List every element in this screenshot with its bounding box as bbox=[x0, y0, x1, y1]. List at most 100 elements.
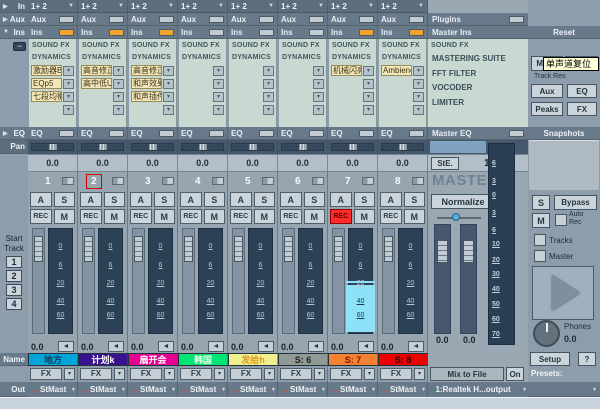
plugin-slot[interactable]: 高音修正 ▾ bbox=[79, 64, 126, 77]
plugin-slot[interactable]: ▾ bbox=[179, 90, 226, 103]
chevron-down-icon[interactable]: ▾ bbox=[414, 368, 425, 380]
sound-fx-header[interactable]: SOUND FX bbox=[179, 40, 226, 52]
input-routing-select[interactable]: 1+ 2 ▼ bbox=[28, 0, 78, 13]
presets-dropdown[interactable]: ▾ bbox=[528, 382, 600, 397]
chevron-down-icon[interactable]: ▾ bbox=[213, 66, 224, 76]
record-button[interactable]: REC bbox=[80, 209, 102, 224]
solo-button[interactable]: S bbox=[204, 192, 226, 207]
eq-reset-button[interactable]: EQ bbox=[567, 84, 597, 98]
master-ins-row[interactable]: Master Ins bbox=[428, 26, 528, 39]
output-routing[interactable]: → StMast ▾ bbox=[378, 382, 428, 397]
plugin-slot[interactable]: 七段均衡 ▾ bbox=[29, 90, 76, 103]
volume-fader[interactable] bbox=[82, 228, 95, 334]
record-button[interactable]: REC bbox=[30, 209, 52, 224]
fader-handle[interactable] bbox=[184, 236, 193, 262]
sound-fx-header[interactable]: SOUND FX bbox=[129, 40, 176, 52]
chevron-down-icon[interactable]: ▾ bbox=[363, 105, 374, 115]
channel-mini-toggle[interactable] bbox=[112, 177, 124, 185]
input-routing-select[interactable]: 1+ 2 ▼ bbox=[128, 0, 178, 13]
eq-toggle[interactable] bbox=[59, 130, 74, 137]
fader-link-dot[interactable] bbox=[452, 213, 460, 221]
speaker-icon[interactable]: ◄ bbox=[158, 341, 174, 352]
plugin-slot[interactable]: Ambience ▾ bbox=[379, 64, 426, 77]
channel-name[interactable]: S: 7 bbox=[328, 353, 378, 366]
chevron-down-icon[interactable]: ▾ bbox=[113, 66, 124, 76]
chevron-down-icon[interactable]: ▾ bbox=[63, 66, 74, 76]
channel-mini-toggle[interactable] bbox=[162, 177, 174, 185]
sidebar-item-aux[interactable]: ▶Aux bbox=[0, 13, 28, 26]
channel-name[interactable]: 扇开会 bbox=[128, 353, 178, 366]
chevron-down-icon[interactable]: ▾ bbox=[163, 79, 174, 89]
solo-button[interactable]: S bbox=[154, 192, 176, 207]
chevron-down-icon[interactable]: ▾ bbox=[263, 92, 274, 102]
pan-handle[interactable] bbox=[149, 144, 156, 150]
dynamics-header[interactable]: DYNAMICS bbox=[179, 52, 226, 64]
plugin-slot[interactable]: ▾ bbox=[179, 103, 226, 116]
channel-mini-toggle[interactable] bbox=[312, 177, 324, 185]
record-button[interactable]: REC bbox=[380, 209, 402, 224]
master-fader-right[interactable] bbox=[460, 224, 477, 334]
master-plugins-toggle[interactable] bbox=[509, 16, 524, 23]
help-button[interactable]: ? bbox=[578, 352, 596, 366]
eq-toggle[interactable] bbox=[109, 130, 124, 137]
output-routing[interactable]: → StMast ▾ bbox=[78, 382, 128, 397]
arm-button[interactable]: A bbox=[230, 192, 252, 207]
mute-button[interactable]: M bbox=[204, 209, 226, 224]
volume-fader[interactable] bbox=[282, 228, 295, 334]
chevron-down-icon[interactable]: ▾ bbox=[313, 105, 324, 115]
aux-toggle[interactable] bbox=[109, 16, 124, 23]
channel-number[interactable]: 5 bbox=[240, 174, 256, 189]
input-routing-select[interactable]: 1+ 2 ▼ bbox=[78, 0, 128, 13]
speaker-icon[interactable]: ◄ bbox=[258, 341, 274, 352]
phones-knob[interactable] bbox=[533, 320, 560, 347]
record-button[interactable]: REC bbox=[230, 209, 252, 224]
channel-name[interactable]: 计划k bbox=[78, 353, 128, 366]
pan-slider[interactable] bbox=[131, 143, 174, 151]
fx-button[interactable]: FX bbox=[80, 368, 112, 380]
chevron-down-icon[interactable]: ▾ bbox=[413, 79, 424, 89]
volume-fader[interactable] bbox=[182, 228, 195, 334]
aux-toggle[interactable] bbox=[259, 16, 274, 23]
chevron-down-icon[interactable]: ▾ bbox=[63, 79, 74, 89]
volume-fader[interactable] bbox=[132, 228, 145, 334]
mix-on-button[interactable]: On bbox=[506, 367, 524, 381]
start-track-3-button[interactable]: 3 bbox=[6, 284, 22, 296]
channel-mini-toggle[interactable] bbox=[262, 177, 274, 185]
start-track-4-button[interactable]: 4 bbox=[6, 298, 22, 310]
mute-button[interactable]: M bbox=[254, 209, 276, 224]
master-pan-display[interactable] bbox=[430, 141, 486, 153]
pan-handle[interactable] bbox=[399, 144, 406, 150]
plugin-slot[interactable]: ▾ bbox=[329, 90, 376, 103]
chevron-down-icon[interactable]: ▾ bbox=[163, 92, 174, 102]
eq-toggle[interactable] bbox=[159, 130, 174, 137]
channel-number[interactable]: 3 bbox=[140, 174, 156, 189]
channel-number[interactable]: 8 bbox=[390, 174, 406, 189]
input-routing-select[interactable]: 1+ 2 ▼ bbox=[328, 0, 378, 13]
input-routing-select[interactable]: 1+ 2 ▼ bbox=[178, 0, 228, 13]
aux-toggle[interactable] bbox=[59, 16, 74, 23]
plugin-slot[interactable]: 高中低UI ▾ bbox=[79, 77, 126, 90]
pan-slider[interactable] bbox=[81, 143, 124, 151]
mute-button[interactable]: M bbox=[354, 209, 376, 224]
mute-button[interactable]: M bbox=[54, 209, 76, 224]
fader-handle[interactable] bbox=[384, 236, 393, 262]
master-output-routing[interactable]: ↓ 1:Realtek H...output ▾ bbox=[428, 382, 528, 397]
fader-handle[interactable] bbox=[437, 240, 448, 263]
chevron-down-icon[interactable]: ▾ bbox=[313, 66, 324, 76]
pan-slider[interactable] bbox=[181, 143, 224, 151]
dynamics-header[interactable]: DYNAMICS bbox=[379, 52, 426, 64]
dynamics-header[interactable]: DYNAMICS bbox=[229, 52, 276, 64]
chevron-down-icon[interactable]: ▾ bbox=[314, 368, 325, 380]
plugin-slot[interactable]: 机械闪亮 ▾ bbox=[329, 64, 376, 77]
pan-handle[interactable] bbox=[299, 144, 306, 150]
sound-fx-header[interactable]: SOUND FX bbox=[279, 40, 326, 52]
chevron-down-icon[interactable]: ▾ bbox=[213, 105, 224, 115]
collapse-button[interactable]: − bbox=[13, 42, 26, 51]
speaker-icon[interactable]: ◄ bbox=[408, 341, 424, 352]
arm-button[interactable]: A bbox=[330, 192, 352, 207]
arm-button[interactable]: A bbox=[180, 192, 202, 207]
master-plugin-item[interactable]: LIMITER bbox=[428, 96, 528, 111]
fx-button[interactable]: FX bbox=[230, 368, 262, 380]
solo-button[interactable]: S bbox=[54, 192, 76, 207]
speaker-icon[interactable]: ◄ bbox=[58, 341, 74, 352]
